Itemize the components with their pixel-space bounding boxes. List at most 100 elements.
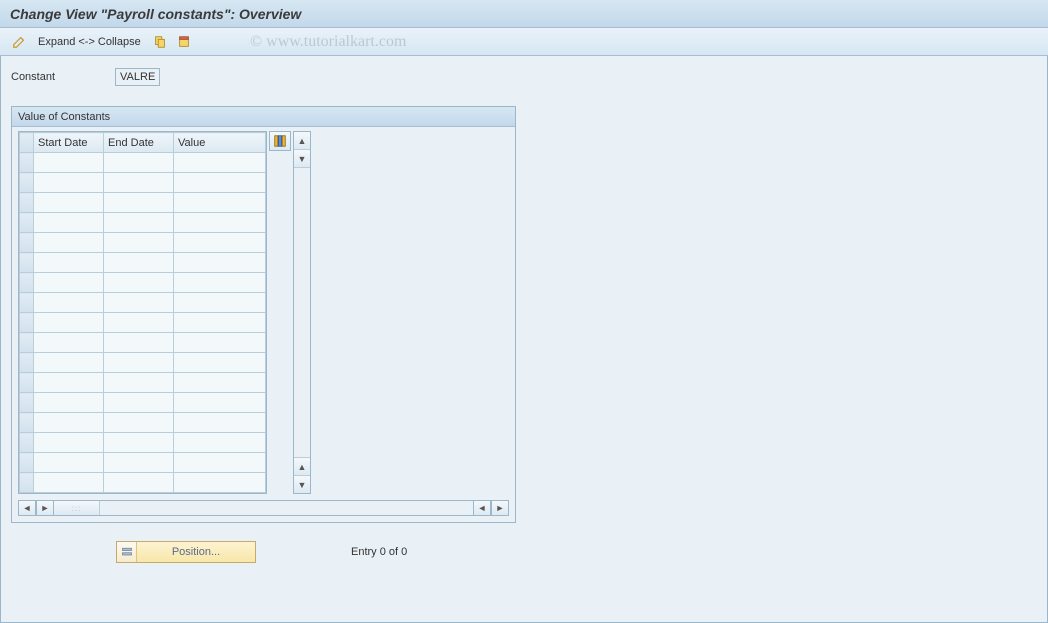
cell-start-date[interactable] (34, 373, 104, 393)
row-selector[interactable] (20, 153, 34, 173)
scroll-left-fast-button[interactable]: ► (36, 500, 54, 516)
cell-start-date[interactable] (34, 313, 104, 333)
cell-start-date[interactable] (34, 473, 104, 493)
position-button[interactable]: Position... (116, 541, 256, 563)
cell-start-date[interactable] (34, 453, 104, 473)
row-selector[interactable] (20, 213, 34, 233)
row-selector[interactable] (20, 353, 34, 373)
row-selector[interactable] (20, 313, 34, 333)
cell-start-date[interactable] (34, 413, 104, 433)
column-header-value[interactable]: Value (174, 133, 266, 153)
row-selector[interactable] (20, 473, 34, 493)
cell-end-date[interactable] (104, 433, 174, 453)
cell-start-date[interactable] (34, 253, 104, 273)
vertical-scrollbar[interactable]: ▲ ▼ ▲ ▼ (293, 131, 311, 494)
row-selector[interactable] (20, 393, 34, 413)
table-row[interactable] (20, 353, 266, 373)
row-selector[interactable] (20, 173, 34, 193)
cell-end-date[interactable] (104, 373, 174, 393)
expand-collapse-button[interactable]: Expand <-> Collapse (34, 32, 145, 52)
table-row[interactable] (20, 153, 266, 173)
cell-value[interactable] (174, 433, 266, 453)
cell-start-date[interactable] (34, 193, 104, 213)
cell-value[interactable] (174, 193, 266, 213)
row-selector[interactable] (20, 433, 34, 453)
cell-end-date[interactable] (104, 173, 174, 193)
row-selector[interactable] (20, 413, 34, 433)
column-header-start-date[interactable]: Start Date (34, 133, 104, 153)
scroll-right-button[interactable]: ► (491, 500, 509, 516)
cell-start-date[interactable] (34, 293, 104, 313)
edit-icon[interactable] (10, 33, 28, 51)
cell-end-date[interactable] (104, 313, 174, 333)
cell-end-date[interactable] (104, 293, 174, 313)
cell-value[interactable] (174, 213, 266, 233)
delimit-icon[interactable] (175, 33, 193, 51)
cell-end-date[interactable] (104, 473, 174, 493)
table-row[interactable] (20, 253, 266, 273)
cell-start-date[interactable] (34, 233, 104, 253)
scroll-page-up-button[interactable]: ▼ (294, 150, 310, 168)
table-settings-icon[interactable] (269, 131, 291, 151)
table-row[interactable] (20, 193, 266, 213)
cell-end-date[interactable] (104, 333, 174, 353)
cell-end-date[interactable] (104, 193, 174, 213)
table-row[interactable] (20, 313, 266, 333)
cell-start-date[interactable] (34, 353, 104, 373)
cell-value[interactable] (174, 453, 266, 473)
cell-value[interactable] (174, 293, 266, 313)
cell-end-date[interactable] (104, 213, 174, 233)
row-selector[interactable] (20, 193, 34, 213)
cell-start-date[interactable] (34, 433, 104, 453)
cell-start-date[interactable] (34, 333, 104, 353)
row-selector[interactable] (20, 273, 34, 293)
cell-value[interactable] (174, 313, 266, 333)
table-row[interactable] (20, 473, 266, 493)
row-selector[interactable] (20, 293, 34, 313)
hscroll-track[interactable]: ::: (54, 500, 473, 516)
cell-end-date[interactable] (104, 453, 174, 473)
cell-start-date[interactable] (34, 393, 104, 413)
table-row[interactable] (20, 333, 266, 353)
scroll-right-fast-button[interactable]: ◄ (473, 500, 491, 516)
constant-value-field[interactable]: VALRE (115, 68, 160, 86)
table-row[interactable] (20, 433, 266, 453)
cell-value[interactable] (174, 373, 266, 393)
hscroll-thumb[interactable]: ::: (54, 501, 100, 515)
scroll-up-button[interactable]: ▲ (294, 132, 310, 150)
cell-value[interactable] (174, 233, 266, 253)
table-row[interactable] (20, 373, 266, 393)
cell-value[interactable] (174, 273, 266, 293)
cell-start-date[interactable] (34, 213, 104, 233)
cell-start-date[interactable] (34, 153, 104, 173)
cell-start-date[interactable] (34, 273, 104, 293)
cell-value[interactable] (174, 393, 266, 413)
row-selector[interactable] (20, 233, 34, 253)
cell-end-date[interactable] (104, 253, 174, 273)
cell-value[interactable] (174, 153, 266, 173)
row-selector[interactable] (20, 333, 34, 353)
scroll-page-down-button[interactable]: ▲ (294, 457, 310, 475)
column-header-end-date[interactable]: End Date (104, 133, 174, 153)
table-row[interactable] (20, 453, 266, 473)
cell-end-date[interactable] (104, 273, 174, 293)
cell-value[interactable] (174, 253, 266, 273)
cell-value[interactable] (174, 333, 266, 353)
cell-start-date[interactable] (34, 173, 104, 193)
cell-end-date[interactable] (104, 153, 174, 173)
cell-value[interactable] (174, 353, 266, 373)
row-selector-header[interactable] (20, 133, 34, 153)
cell-end-date[interactable] (104, 393, 174, 413)
cell-end-date[interactable] (104, 233, 174, 253)
row-selector[interactable] (20, 373, 34, 393)
cell-value[interactable] (174, 173, 266, 193)
row-selector[interactable] (20, 253, 34, 273)
table-row[interactable] (20, 293, 266, 313)
copy-icon[interactable] (151, 33, 169, 51)
cell-end-date[interactable] (104, 353, 174, 373)
table-row[interactable] (20, 273, 266, 293)
table-row[interactable] (20, 173, 266, 193)
scroll-down-button[interactable]: ▼ (294, 475, 310, 493)
table-row[interactable] (20, 213, 266, 233)
table-row[interactable] (20, 233, 266, 253)
